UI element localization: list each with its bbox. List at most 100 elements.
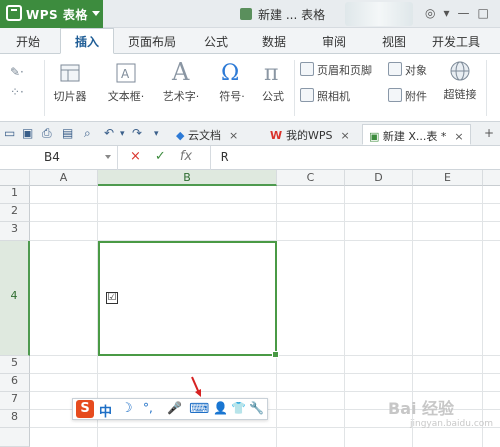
row-header-1[interactable]: 1 [0,186,30,204]
tab-insert[interactable]: 插入 [60,28,115,54]
tab-cloud-docs[interactable]: ◆ 云文档 × [170,124,244,145]
title-bar: WPS 表格 新建 ... 表格 ◎ ▾ — □ [0,0,500,28]
row-header-8[interactable]: 8 [0,410,30,428]
row-header-9 [0,428,30,447]
tab-view[interactable]: 视图 [382,33,406,50]
wps-w-icon: W [270,129,286,142]
column-header-e[interactable]: E [413,170,483,186]
skin-shirt-icon[interactable]: 👕 [231,401,246,415]
tab-home[interactable]: 开始 [16,33,40,50]
column-header-overflow [483,170,500,186]
save-icon[interactable]: ▣ [22,126,33,140]
column-header-c[interactable]: C [277,170,345,186]
column-header-b[interactable]: B [98,170,277,186]
keyboard-icon[interactable]: ⌨ [189,401,209,417]
fx-icon[interactable]: fx [180,149,192,164]
minimize-icon[interactable]: — [458,6,470,20]
moon-icon[interactable]: ☽ [121,401,133,416]
fill-handle[interactable] [272,351,279,358]
gridline [30,221,500,222]
formula-input[interactable]: R [210,146,500,170]
select-all-corner[interactable] [0,170,30,186]
more-icon[interactable]: ▾ [154,129,159,139]
gridline [30,203,500,204]
slicer-button[interactable]: 切片器 [50,62,90,104]
textbox-button[interactable]: A 文本框· [104,62,148,104]
row-header-2[interactable]: 2 [0,204,30,222]
redo-icon[interactable]: ↷ [132,126,142,140]
shapes-icon[interactable]: ✎· ⁘· [8,62,38,102]
document-tab-bar: ▭ ▣ ⎙ ▤ ⌕ ↶ ▾ ↷ ▾ ◆ 云文档 × W 我的WPS × ▣ 新建 X… [0,122,500,146]
globe-link-icon [450,61,470,81]
camera-icon [300,88,314,102]
punctuation-icon[interactable]: °, [143,401,153,415]
column-header-d[interactable]: D [345,170,413,186]
blurred-area [345,2,413,26]
microphone-icon[interactable]: 🎤 [167,401,182,415]
close-icon[interactable]: × [454,130,463,143]
dropdown-icon[interactable]: ▾ [443,6,449,20]
tab-developer[interactable]: 开发工具 [432,33,480,50]
hyperlink-button[interactable]: 超链接 [440,60,480,102]
gridline [30,373,500,374]
app-menu-button[interactable]: WPS 表格 [0,0,103,28]
formula-icons: × ✓ fx [130,149,206,164]
svg-text:A: A [121,67,130,81]
row-header-7[interactable]: 7 [0,392,30,410]
undo-dropdown-icon[interactable]: ▾ [120,129,125,139]
tab-my-wps[interactable]: W 我的WPS × [264,124,356,145]
row-header-6[interactable]: 6 [0,374,30,392]
column-header-a[interactable]: A [30,170,98,186]
formula-button[interactable]: π 公式 [256,58,290,104]
separator [294,60,295,116]
tab-data[interactable]: 数据 [262,33,286,50]
print-icon[interactable]: ⎙ [42,126,52,141]
tab-review[interactable]: 审阅 [322,33,346,50]
row-header-4[interactable]: 4 [0,241,30,356]
paperclip-icon [388,88,402,102]
symbol-button[interactable]: Ω 符号· [214,58,250,104]
preview-icon[interactable]: ⌕ [84,126,91,141]
close-icon[interactable]: × [340,129,349,142]
row-header-3[interactable]: 3 [0,222,30,241]
svg-text:A: A [171,58,190,84]
skin-icon[interactable]: ◎ [425,6,435,20]
ime-toolbar: S 中 ☽ °, 🎤 ⌨ 👤 👕 🔧 [72,398,268,420]
confirm-icon[interactable]: ✓ [155,149,166,164]
red-arrow-icon [191,376,201,397]
cancel-icon[interactable]: × [130,149,141,164]
print-preview-icon[interactable]: ▤ [62,126,73,140]
close-icon[interactable]: × [229,129,238,142]
name-box[interactable]: B4 [0,146,118,170]
textbox-icon: A [116,63,136,83]
window-controls: ◎ ▾ — □ [425,6,497,22]
maximize-icon[interactable]: □ [478,6,489,20]
chevron-down-icon [92,11,100,16]
open-icon[interactable]: ▭ [4,126,15,140]
header-footer-icon [300,62,314,76]
pi-icon: π [264,61,278,84]
attachment-button[interactable]: 附件 [388,88,427,104]
camera-button[interactable]: 照相机 [300,88,350,104]
chinese-mode-icon[interactable]: 中 [99,401,112,420]
new-tab-button[interactable]: + [484,126,494,140]
ribbon-tabs: 开始 插入 页面布局 公式 数据 审阅 视图 开发工具 [0,28,500,54]
sogou-logo-icon[interactable]: S [76,400,94,418]
object-button[interactable]: 对象 [388,62,427,78]
selected-cell-b4[interactable] [98,241,279,358]
user-icon[interactable]: 👤 [213,401,228,415]
wordart-button[interactable]: A 艺术字· [156,58,206,104]
chevron-down-icon[interactable] [105,155,111,159]
undo-icon[interactable]: ↶ [104,126,114,140]
formula-bar: B4 × ✓ fx R [0,146,500,170]
omega-icon: Ω [221,61,239,84]
ribbon-panel: ✎· ⁘· 切片器 A 文本框· A 艺术字· Ω 符号· π 公式 页眉和页脚… [0,54,500,122]
tab-page-layout[interactable]: 页面布局 [128,33,176,50]
app-name: WPS 表格 [26,8,88,22]
row-header-5[interactable]: 5 [0,356,30,374]
tab-formulas[interactable]: 公式 [204,33,228,50]
header-footer-button[interactable]: 页眉和页脚 [300,62,372,78]
svg-text:π: π [264,61,278,84]
wrench-icon[interactable]: 🔧 [249,401,264,415]
tab-new-workbook[interactable]: ▣ 新建 X...表 * × [362,124,471,145]
